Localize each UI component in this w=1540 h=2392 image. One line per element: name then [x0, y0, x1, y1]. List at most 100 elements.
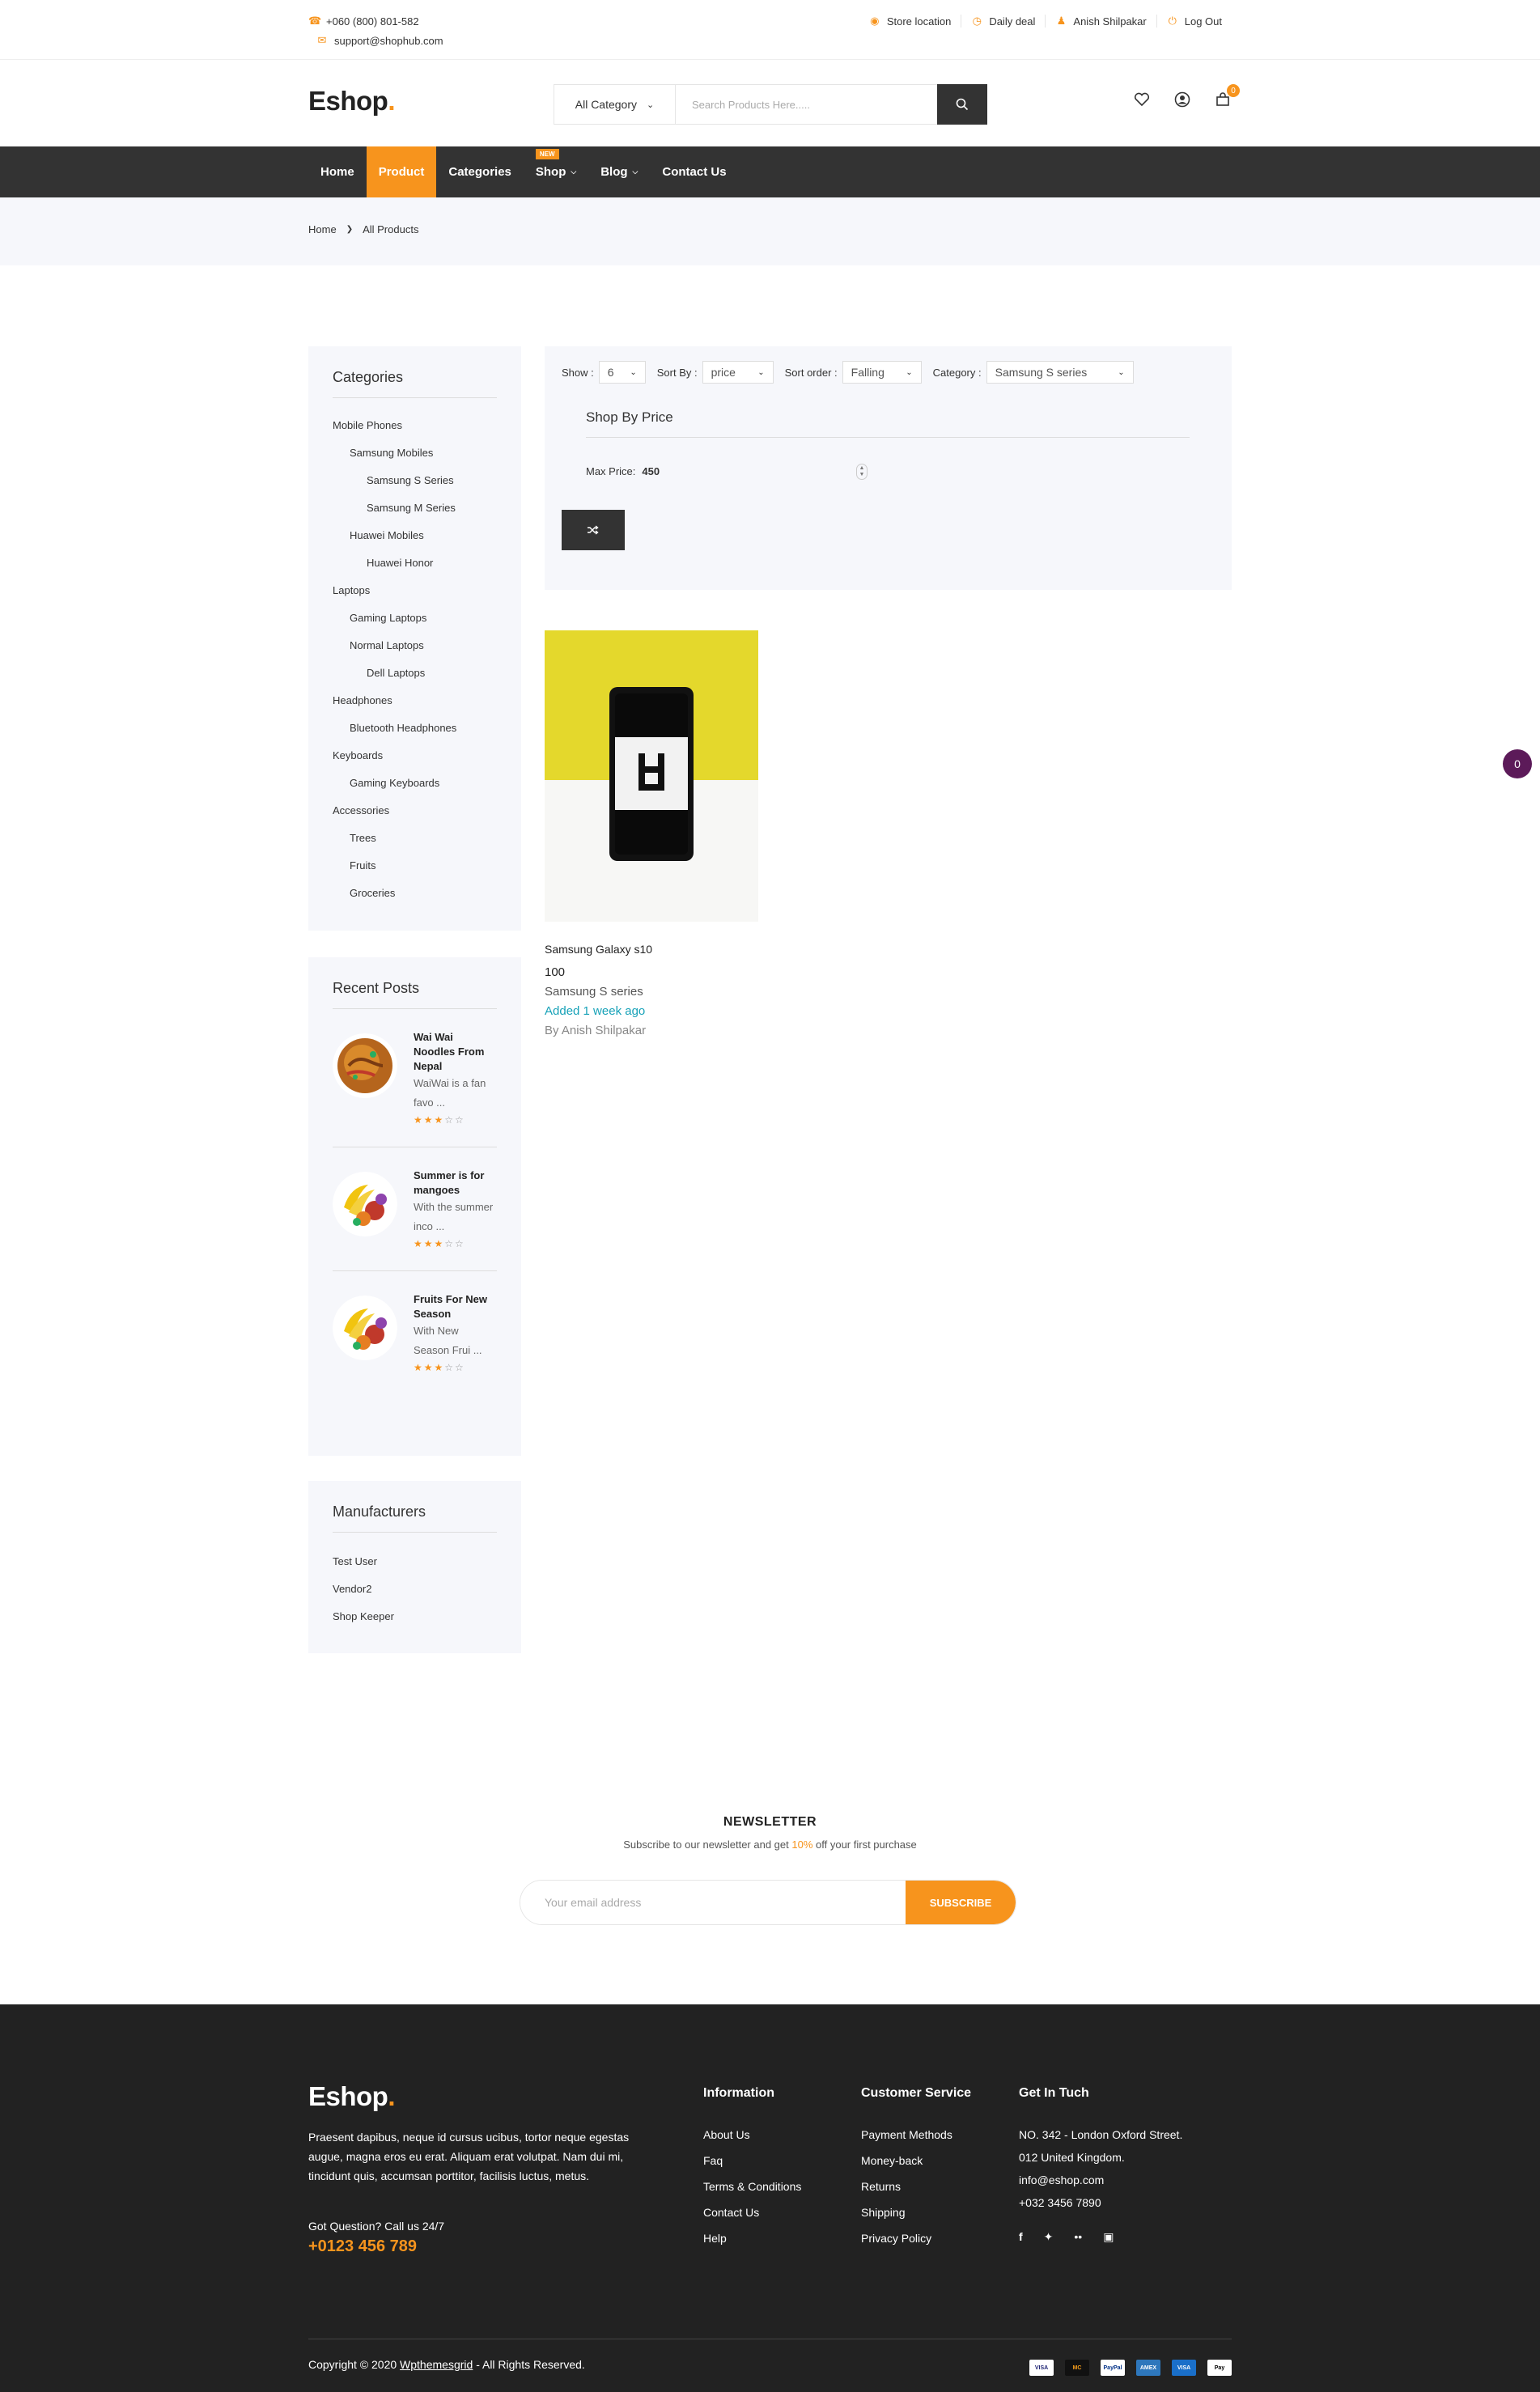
post-excerpt: With New Season Frui ... [414, 1325, 482, 1356]
category-item[interactable]: Fruits [333, 851, 497, 879]
nav-item-contact[interactable]: Contact Us [650, 146, 738, 197]
footer-link[interactable]: Help [703, 2232, 801, 2258]
category-item[interactable]: Samsung Mobiles [333, 439, 497, 466]
wishlist-button[interactable] [1133, 91, 1151, 108]
recent-post[interactable]: Fruits For New Season With New Season Fr… [333, 1271, 497, 1394]
manufacturer-item[interactable]: Vendor2 [333, 1575, 497, 1602]
twitter-icon[interactable]: ✦ [1044, 2230, 1054, 2244]
flickr-icon[interactable]: •• [1074, 2230, 1082, 2244]
product-name[interactable]: Samsung Galaxy s10 [545, 943, 652, 956]
footer-link[interactable]: Money-back [861, 2154, 971, 2180]
contact-phone[interactable]: +032 3456 7890 [1019, 2196, 1182, 2219]
category-item[interactable]: Gaming Laptops [333, 604, 497, 631]
copyright-link[interactable]: Wpthemesgrid [400, 2358, 473, 2371]
clock-icon: ◷ [972, 15, 982, 27]
contact-email[interactable]: info@eshop.com [1019, 2174, 1182, 2196]
footer-logo-dot: . [388, 2081, 396, 2111]
recent-post[interactable]: Wai Wai Noodles From Nepal WaiWai is a f… [333, 1009, 497, 1147]
newsletter-subtitle: Subscribe to our newsletter and get 10% … [0, 1839, 1540, 1851]
max-price-value[interactable]: 450 [642, 465, 660, 477]
daily-deal-link[interactable]: ◷ Daily deal [961, 15, 1045, 28]
footer-link[interactable]: About Us [703, 2128, 801, 2154]
newsletter-discount: 10% [791, 1839, 813, 1851]
category-list: Mobile Phones Samsung Mobiles Samsung S … [333, 411, 497, 906]
search-input[interactable] [676, 85, 937, 124]
subscribe-button[interactable]: SUBSCRIBE [906, 1881, 1016, 1924]
nav-shop-label: Shop [535, 165, 566, 179]
nav-item-categories[interactable]: Categories [436, 146, 524, 197]
floating-count-badge[interactable]: 0 [1503, 749, 1532, 778]
shuffle-filter-button[interactable] [562, 510, 625, 550]
category-item[interactable]: Trees [333, 824, 497, 851]
manufacturer-item[interactable]: Test User [333, 1547, 497, 1575]
footer-link[interactable]: Privacy Policy [861, 2232, 971, 2258]
chevron-right-icon: ❯ [346, 225, 354, 234]
paypal-icon: PayPal [1101, 2360, 1125, 2376]
user-name-label: Anish Shilpakar [1073, 15, 1147, 28]
rating-stars: ★★★☆☆ [414, 1362, 465, 1373]
search-icon [956, 98, 969, 111]
nav-item-blog[interactable]: Blog ⌵ [588, 146, 650, 197]
post-excerpt: WaiWai is a fan favo ... [414, 1077, 486, 1109]
search-button[interactable] [937, 84, 987, 125]
category-item[interactable]: Samsung S Series [333, 466, 497, 494]
category-item[interactable]: Huawei Mobiles [333, 521, 497, 549]
sortby-select[interactable]: price ⌄ [702, 361, 774, 384]
footer-contact-column: Get In Tuch NO. 342 - London Oxford Stre… [1019, 2086, 1182, 2244]
newsletter-email-input[interactable] [520, 1881, 906, 1924]
manufacturers-title: Manufacturers [333, 1503, 497, 1533]
number-spinner[interactable]: ▲ ▼ [856, 464, 868, 480]
footer-information-column: Information About Us Faq Terms & Conditi… [703, 2086, 801, 2258]
account-button[interactable] [1173, 91, 1191, 108]
topbar-email: support@shophub.com [334, 34, 443, 47]
newsletter-form: SUBSCRIBE [520, 1880, 1016, 1925]
footer-logo[interactable]: Eshop. [308, 2081, 395, 2112]
footer-link[interactable]: Shipping [861, 2206, 971, 2232]
category-label: Category : [932, 366, 982, 379]
category-item[interactable]: Mobile Phones [333, 411, 497, 439]
logout-link[interactable]: ⏻ Log Out [1156, 15, 1232, 28]
category-item[interactable]: Headphones [333, 686, 497, 714]
manufacturers-widget: Manufacturers Test User Vendor2 Shop Kee… [308, 1481, 521, 1653]
visa-blue-icon: VISA [1172, 2360, 1196, 2376]
manufacturer-item[interactable]: Shop Keeper [333, 1602, 497, 1630]
category-item[interactable]: Keyboards [333, 741, 497, 769]
product-image[interactable] [545, 630, 758, 922]
nav-item-shop[interactable]: NEW Shop ⌵ [524, 146, 588, 197]
nav-item-home[interactable]: Home [308, 146, 367, 197]
topbar-phone: +060 (800) 801-582 [326, 15, 419, 28]
footer-link[interactable]: Terms & Conditions [703, 2180, 801, 2206]
recent-post[interactable]: Summer is for mangoes With the summer in… [333, 1147, 497, 1271]
category-item[interactable]: Accessories [333, 796, 497, 824]
post-title: Fruits For New Season [414, 1293, 488, 1320]
category-item[interactable]: Gaming Keyboards [333, 769, 497, 796]
social-links: f ✦ •• ▣ [1019, 2230, 1182, 2244]
category-filter-select[interactable]: Samsung S series ⌄ [986, 361, 1134, 384]
category-item[interactable]: Huawei Honor [333, 549, 497, 576]
category-select[interactable]: All Category ⌄ [554, 85, 676, 124]
footer-link[interactable]: Contact Us [703, 2206, 801, 2232]
category-item[interactable]: Groceries [333, 879, 497, 906]
nav-item-product[interactable]: Product [366, 146, 437, 197]
user-account-link[interactable]: ♟ Anish Shilpakar [1045, 15, 1156, 28]
sortorder-select[interactable]: Falling ⌄ [842, 361, 922, 384]
footer-link[interactable]: Faq [703, 2154, 801, 2180]
category-item[interactable]: Laptops [333, 576, 497, 604]
show-select[interactable]: 6 ⌄ [598, 361, 646, 384]
instagram-icon[interactable]: ▣ [1103, 2230, 1114, 2244]
filter-panel: Show : 6 ⌄ Sort By : price ⌄ Sort order : … [545, 346, 1232, 590]
category-item[interactable]: Samsung M Series [333, 494, 497, 521]
product-category: Samsung S series [545, 985, 643, 999]
cart-button[interactable]: 0 [1214, 84, 1240, 108]
category-item[interactable]: Bluetooth Headphones [333, 714, 497, 741]
site-logo[interactable]: Eshop. [308, 86, 395, 117]
copyright-before: Copyright © 2020 [308, 2358, 401, 2371]
footer-link[interactable]: Returns [861, 2180, 971, 2206]
category-item[interactable]: Normal Laptops [333, 631, 497, 659]
category-item[interactable]: Dell Laptops [333, 659, 497, 686]
footer-phone[interactable]: +0123 456 789 [308, 2237, 417, 2256]
facebook-icon[interactable]: f [1019, 2230, 1023, 2244]
footer-link[interactable]: Payment Methods [861, 2128, 971, 2154]
breadcrumb-home-link[interactable]: Home [308, 223, 337, 235]
store-location-link[interactable]: ◉ Store location [859, 15, 961, 28]
